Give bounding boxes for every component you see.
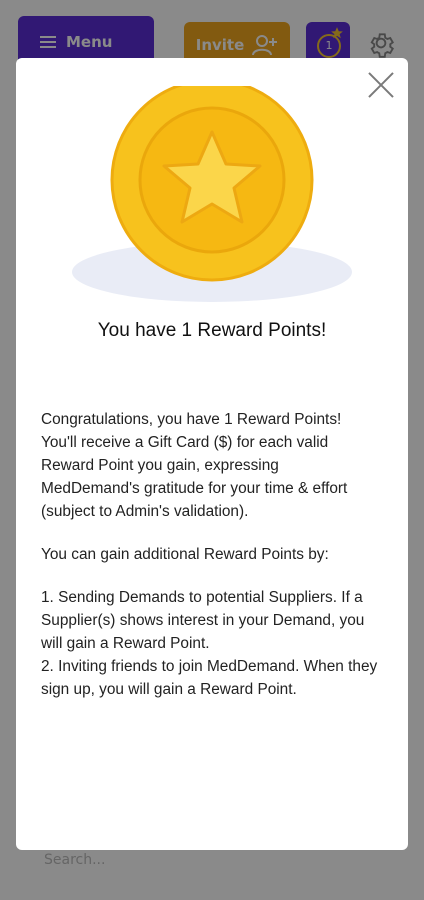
modal-title: You have 1 Reward Points! [97, 320, 327, 341]
close-icon[interactable] [366, 70, 396, 100]
list-item: 2. Inviting friends to join MedDemand. W… [41, 658, 378, 698]
congrats-paragraph: Congratulations, you have 1 Reward Point… [41, 411, 348, 520]
reward-coin-illustration [72, 86, 352, 302]
list-item: 1. Sending Demands to potential Supplier… [41, 589, 365, 652]
modal-body: Congratulations, you have 1 Reward Point… [41, 408, 381, 701]
gain-points-intro: You can gain additional Reward Points by… [41, 546, 329, 563]
reward-points-modal: You have 1 Reward Points! Congratulation… [16, 58, 408, 850]
